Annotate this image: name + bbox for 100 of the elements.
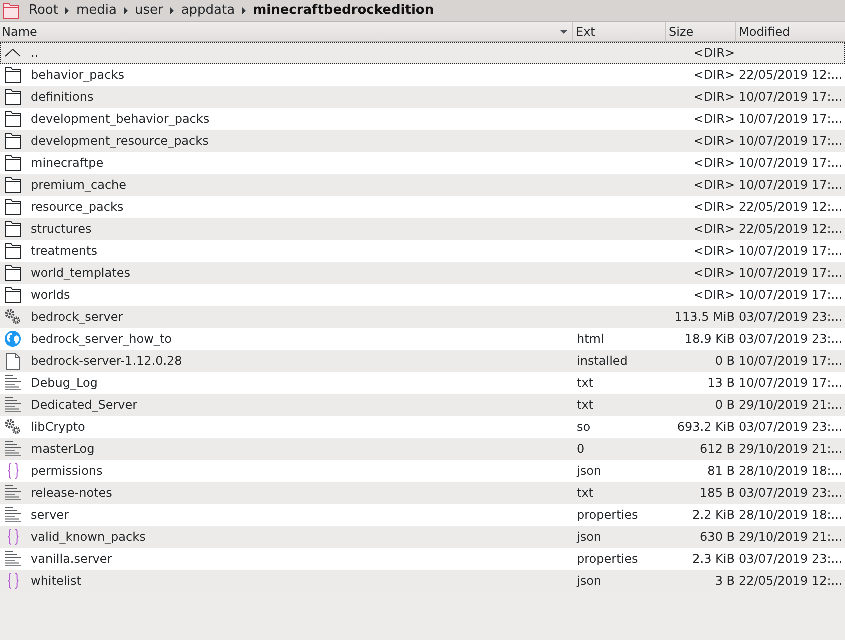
modified-date: 03/07/2019 23:... xyxy=(739,331,843,348)
modified-date: 10/07/2019 17:... xyxy=(739,353,843,370)
file-name: behavior_packs xyxy=(31,67,124,84)
file-extension: txt xyxy=(577,375,594,392)
file-extension: json xyxy=(577,573,602,590)
file-size: 113.5 MiB xyxy=(674,309,735,326)
modified-date: 03/07/2019 23:... xyxy=(739,309,843,326)
column-header[interactable]: Name xyxy=(0,22,573,42)
file-extension: 0 xyxy=(577,441,585,458)
breadcrumb-link[interactable]: Root xyxy=(28,0,60,20)
separator-arrow-icon xyxy=(170,6,174,14)
file-name: development_resource_packs xyxy=(31,133,209,150)
file-size: <DIR> xyxy=(694,155,735,172)
file-size: <DIR> xyxy=(694,265,735,282)
file-size: 13 B xyxy=(708,375,735,392)
braces-icon xyxy=(8,573,18,589)
folder-icon xyxy=(5,89,21,105)
file-row[interactable]: resource_packs <DIR> 22/05/2019 12:... xyxy=(0,196,845,218)
breadcrumb-link[interactable]: media xyxy=(75,0,118,20)
file-row[interactable]: development_behavior_packs <DIR> 10/07/2019 17:... xyxy=(0,108,845,130)
file-size: 81 B xyxy=(708,463,735,480)
file-row[interactable]: treatments <DIR> 10/07/2019 17:... xyxy=(0,240,845,262)
file-name: resource_packs xyxy=(31,199,124,216)
file-name: libCrypto xyxy=(31,419,86,436)
file-name: definitions xyxy=(31,89,94,106)
file-size: <DIR> xyxy=(694,177,735,194)
file-row[interactable]: Debug_Log txt 13 B 10/07/2019 17:... xyxy=(0,372,845,394)
file-size: 2.2 KiB xyxy=(692,507,735,524)
folder-icon xyxy=(3,2,19,18)
file-size: 693.2 KiB xyxy=(677,419,735,436)
modified-date: 22/05/2019 12:... xyxy=(739,221,843,238)
file-row[interactable]: worlds <DIR> 10/07/2019 17:... xyxy=(0,284,845,306)
folder-icon xyxy=(5,221,21,237)
folder-icon xyxy=(5,199,21,215)
file-size: 185 B xyxy=(700,485,735,502)
file-extension: txt xyxy=(577,485,594,502)
gears-icon xyxy=(5,309,21,325)
file-row[interactable]: .. <DIR> xyxy=(0,42,845,64)
column-header[interactable]: Modified xyxy=(736,22,845,42)
folder-icon xyxy=(5,287,21,303)
file-extension: txt xyxy=(577,397,594,414)
file-name: server xyxy=(31,507,69,524)
folder-icon xyxy=(5,155,21,171)
file-name: permissions xyxy=(31,463,103,480)
file-size: <DIR> xyxy=(694,221,735,238)
file-name: development_behavior_packs xyxy=(31,111,210,128)
file-extension: html xyxy=(577,331,604,348)
modified-date: 10/07/2019 17:... xyxy=(739,287,843,304)
file-size: 3 B xyxy=(715,573,735,590)
globe-icon xyxy=(5,331,21,347)
file-name: Debug_Log xyxy=(31,375,98,392)
separator-arrow-icon xyxy=(242,6,246,14)
folder-icon xyxy=(5,67,21,83)
modified-date: 28/10/2019 18:... xyxy=(739,463,843,480)
modified-date: 28/10/2019 18:... xyxy=(739,507,843,524)
column-header[interactable]: Size xyxy=(666,22,736,42)
file-name: whitelist xyxy=(31,573,82,590)
separator-arrow-icon xyxy=(65,6,70,14)
modified-date: 10/07/2019 17:... xyxy=(739,243,843,260)
file-name: world_templates xyxy=(31,265,130,282)
file-size: <DIR> xyxy=(694,45,735,62)
text-lines-icon xyxy=(5,375,21,391)
file-size: 18.9 KiB xyxy=(685,331,735,348)
file-size: 0 B xyxy=(715,397,735,414)
file-size: <DIR> xyxy=(694,287,735,304)
file-size: <DIR> xyxy=(694,133,735,150)
modified-date: 29/10/2019 21:... xyxy=(739,397,843,414)
file-size: 2.3 KiB xyxy=(692,551,735,568)
modified-date: 10/07/2019 17:... xyxy=(739,133,843,150)
modified-date: 03/07/2019 23:... xyxy=(739,551,843,568)
modified-date: 10/07/2019 17:... xyxy=(739,111,843,128)
breadcrumb-link[interactable]: user xyxy=(134,0,164,20)
modified-date: 22/05/2019 12:... xyxy=(739,573,843,590)
column-header[interactable]: Ext xyxy=(573,22,666,42)
file-size: 612 B xyxy=(700,441,735,458)
text-lines-icon xyxy=(5,441,21,457)
file-name: masterLog xyxy=(31,441,95,458)
breadcrumb-link[interactable]: minecraftbedrockedition xyxy=(252,0,436,20)
file-row[interactable]: minecraftpe <DIR> 10/07/2019 17:... xyxy=(0,152,845,174)
file-row[interactable]: behavior_packs <DIR> 22/05/2019 12:... xyxy=(0,64,845,86)
modified-date: 22/05/2019 12:... xyxy=(739,199,843,216)
file-size: <DIR> xyxy=(694,111,735,128)
separator-arrow-icon xyxy=(124,6,128,14)
file-name: bedrock-server-1.12.0.28 xyxy=(31,353,182,370)
file-row[interactable]: bedrock_server_how_to html 18.9 KiB 03/07/2019 23:... xyxy=(0,328,845,350)
file-extension: installed xyxy=(577,353,628,370)
file-name: premium_cache xyxy=(31,177,127,194)
file-size: <DIR> xyxy=(694,243,735,260)
file-extension: json xyxy=(577,529,602,546)
file-row[interactable]: libCrypto so 693.2 KiB 03/07/2019 23:... xyxy=(0,416,845,438)
file-row[interactable]: permissions json 81 B 28/10/2019 18:... xyxy=(0,460,845,482)
breadcrumb-link[interactable]: appdata xyxy=(180,0,236,20)
file-name: treatments xyxy=(31,243,98,260)
modified-date: 29/10/2019 21:... xyxy=(739,529,843,546)
file-name: bedrock_server xyxy=(31,309,124,326)
folder-icon xyxy=(5,177,21,193)
file-row[interactable]: vanilla.server properties 2.3 KiB 03/07/2019 23:... xyxy=(0,548,845,570)
file-name: release-notes xyxy=(31,485,112,502)
file-extension: properties xyxy=(577,507,638,524)
file-row[interactable]: server properties 2.2 KiB 28/10/2019 18:... xyxy=(0,504,845,526)
